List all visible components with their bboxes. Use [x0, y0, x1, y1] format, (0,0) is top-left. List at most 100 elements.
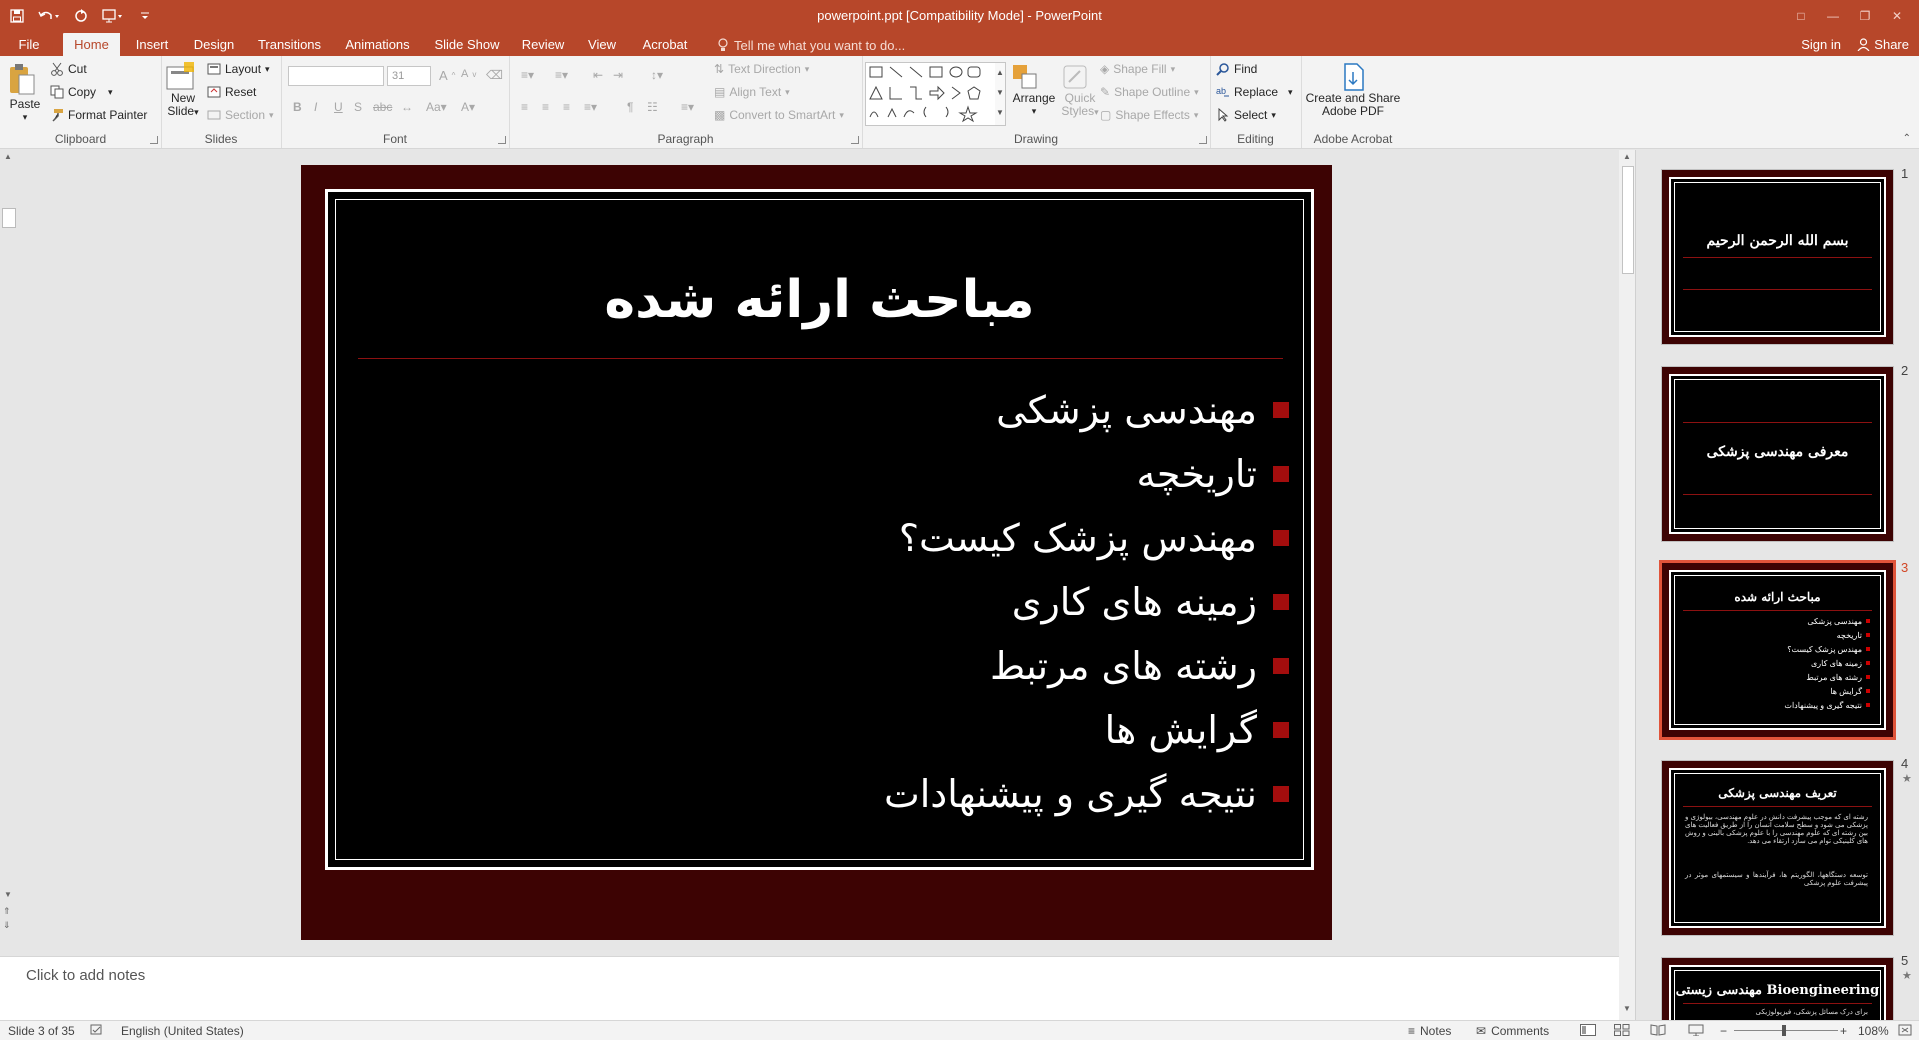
- slide-show-icon[interactable]: [1688, 1024, 1704, 1036]
- paste-button[interactable]: Paste ▾: [6, 62, 44, 124]
- slide-sorter-icon[interactable]: [1614, 1024, 1630, 1036]
- notes-button[interactable]: ≡ Notes: [1408, 1024, 1451, 1038]
- line-spacing-icon[interactable]: ↕▾: [651, 68, 663, 82]
- font-color-icon[interactable]: A▾: [461, 100, 475, 114]
- tell-me-search[interactable]: Tell me what you want to do...: [718, 35, 905, 55]
- shadow-icon[interactable]: S: [354, 100, 362, 114]
- scroll-down-icon[interactable]: ▼: [4, 890, 12, 899]
- slide-thumbnail-5[interactable]: Bioengineering مهندسی زیستی برای درک مسا…: [1661, 957, 1894, 1021]
- align-text-button[interactable]: ▤ Align Text ▾: [714, 85, 790, 99]
- decrease-font-size-icon[interactable]: Av: [461, 68, 476, 80]
- scroll-down-arrow-icon[interactable]: ▼: [1623, 1004, 1631, 1013]
- layout-button[interactable]: Layout ▾: [207, 62, 270, 76]
- zoom-slider-thumb[interactable]: [1782, 1025, 1786, 1036]
- vertical-scroll-thumb[interactable]: [1622, 166, 1634, 274]
- normal-view-icon[interactable]: [1580, 1024, 1596, 1036]
- zoom-in-icon[interactable]: +: [1840, 1024, 1847, 1038]
- spelling-icon[interactable]: [90, 1024, 104, 1036]
- create-share-pdf-button[interactable]: Create and Share Adobe PDF: [1303, 62, 1403, 118]
- comments-button[interactable]: ✉ Comments: [1476, 1024, 1549, 1038]
- bullets-icon[interactable]: ≡▾: [521, 68, 534, 82]
- slide-indicator[interactable]: Slide 3 of 35: [8, 1024, 75, 1038]
- shapes-gallery-scroll[interactable]: ▲ ▼ ▼: [995, 62, 1006, 126]
- font-launcher-icon[interactable]: [498, 136, 506, 144]
- section-button[interactable]: Section ▾: [207, 108, 274, 122]
- slide-thumbnail-3[interactable]: مباحث ارائه شده مهندسی پزشکی تاریخچه مهن…: [1659, 560, 1896, 740]
- slide-canvas[interactable]: مباحث ارائه شده مهندسی پزشکی تاریخچه مهن…: [301, 165, 1332, 940]
- restore-icon[interactable]: ❐: [1849, 4, 1881, 28]
- underline-icon[interactable]: U: [334, 100, 343, 114]
- italic-icon[interactable]: I: [314, 100, 317, 114]
- slide-thumbnail-4[interactable]: تعریف مهندسی پزشکی رشته ای که موجب پیشرف…: [1661, 760, 1894, 936]
- scroll-up-icon[interactable]: ▲: [4, 152, 12, 161]
- font-size-combo[interactable]: 31: [387, 66, 431, 86]
- tab-review[interactable]: Review: [518, 35, 568, 56]
- slide-thumbnail-2[interactable]: معرفی مهندسی پزشکی: [1661, 366, 1894, 542]
- tab-animations[interactable]: Animations: [340, 35, 415, 56]
- convert-smartart-button[interactable]: ▩ Convert to SmartArt ▾: [714, 108, 844, 122]
- copy-dropdown-icon[interactable]: ▾: [108, 87, 113, 98]
- tab-design[interactable]: Design: [189, 35, 239, 56]
- share-button[interactable]: Share: [1857, 35, 1909, 54]
- paste-dropdown-icon[interactable]: ▾: [6, 111, 44, 124]
- increase-font-size-icon[interactable]: A ^: [439, 68, 455, 83]
- sign-in-link[interactable]: Sign in: [1801, 35, 1841, 54]
- close-icon[interactable]: ✕: [1881, 4, 1913, 28]
- scroll-up-arrow-icon[interactable]: ▲: [1623, 152, 1631, 161]
- tab-view[interactable]: View: [581, 35, 623, 56]
- strikethrough-icon[interactable]: abc: [373, 100, 392, 114]
- tab-slide-show[interactable]: Slide Show: [428, 35, 506, 56]
- tab-acrobat[interactable]: Acrobat: [636, 35, 694, 56]
- language-indicator[interactable]: English (United States): [121, 1024, 244, 1038]
- justify-icon[interactable]: ≡▾: [584, 100, 597, 114]
- increase-indent-icon[interactable]: ⇥: [613, 68, 623, 82]
- shape-effects-button[interactable]: ▢ Shape Effects ▾: [1100, 108, 1198, 122]
- numbering-icon[interactable]: ≡▾: [555, 68, 568, 82]
- text-direction-button[interactable]: ⇅ Text Direction ▾: [714, 62, 809, 76]
- reset-button[interactable]: Reset: [207, 85, 256, 99]
- collapse-ribbon-icon[interactable]: ⌃: [1903, 133, 1911, 144]
- text-direction-rtl-icon[interactable]: ¶: [627, 100, 633, 114]
- slide-vertical-scrollbar[interactable]: ▲ ▼: [1619, 150, 1635, 1020]
- change-case-icon[interactable]: Aa▾: [426, 100, 447, 114]
- notes-pane[interactable]: Click to add notes: [0, 956, 1619, 1021]
- zoom-out-icon[interactable]: −: [1720, 1024, 1727, 1038]
- tab-file[interactable]: File: [10, 35, 48, 56]
- select-button[interactable]: Select ▾: [1216, 108, 1276, 122]
- tab-insert[interactable]: Insert: [128, 35, 176, 56]
- minimize-icon[interactable]: —: [1817, 4, 1849, 28]
- zoom-level[interactable]: 108%: [1858, 1024, 1889, 1038]
- find-button[interactable]: Find: [1216, 62, 1257, 76]
- shape-outline-button[interactable]: ✎ Shape Outline ▾: [1100, 85, 1199, 99]
- drawing-launcher-icon[interactable]: [1199, 136, 1207, 144]
- font-name-combo[interactable]: [288, 66, 384, 86]
- zoom-slider-track[interactable]: [1734, 1030, 1838, 1031]
- columns-icon[interactable]: ☷: [647, 100, 658, 114]
- next-slide-icon[interactable]: ⇓: [3, 920, 11, 931]
- bold-icon[interactable]: B: [293, 100, 302, 114]
- slide-thumbnail-1[interactable]: بسم الله الرحمن الرحيم: [1661, 169, 1894, 345]
- decrease-indent-icon[interactable]: ⇤: [593, 68, 603, 82]
- quick-styles-button[interactable]: Quick Styles▾: [1060, 62, 1100, 119]
- slide-bullet-list[interactable]: مهندسی پزشکی تاریخچه مهندس پزشک کیست؟ زم…: [389, 378, 1289, 826]
- center-icon[interactable]: ≡: [542, 100, 549, 114]
- clear-formatting-icon[interactable]: ⌫: [486, 68, 503, 82]
- cut-button[interactable]: Cut: [50, 62, 87, 76]
- reading-view-icon[interactable]: [1650, 1024, 1666, 1036]
- previous-slide-icon[interactable]: ⇑: [3, 906, 11, 917]
- arrange-button[interactable]: Arrange ▾: [1010, 62, 1058, 118]
- tab-home[interactable]: Home: [63, 33, 120, 56]
- left-scroll-thumb[interactable]: [2, 208, 16, 228]
- clipboard-launcher-icon[interactable]: [150, 136, 158, 144]
- ribbon-display-options-icon[interactable]: □: [1785, 4, 1817, 28]
- replace-button[interactable]: ab Replace ▾: [1216, 85, 1293, 99]
- slide-title[interactable]: مباحث ارائه شده: [336, 270, 1303, 330]
- character-spacing-icon[interactable]: ↔: [401, 100, 413, 114]
- shape-fill-button[interactable]: ◈ Shape Fill ▾: [1100, 62, 1175, 76]
- format-painter-button[interactable]: Format Painter: [50, 108, 147, 122]
- new-slide-button[interactable]: New Slide▾: [164, 62, 202, 119]
- columns-dropdown-icon[interactable]: ≡▾: [681, 100, 694, 114]
- align-right-icon[interactable]: ≡: [563, 100, 570, 114]
- copy-button[interactable]: Copy ▾: [50, 85, 113, 99]
- tab-transitions[interactable]: Transitions: [252, 35, 327, 56]
